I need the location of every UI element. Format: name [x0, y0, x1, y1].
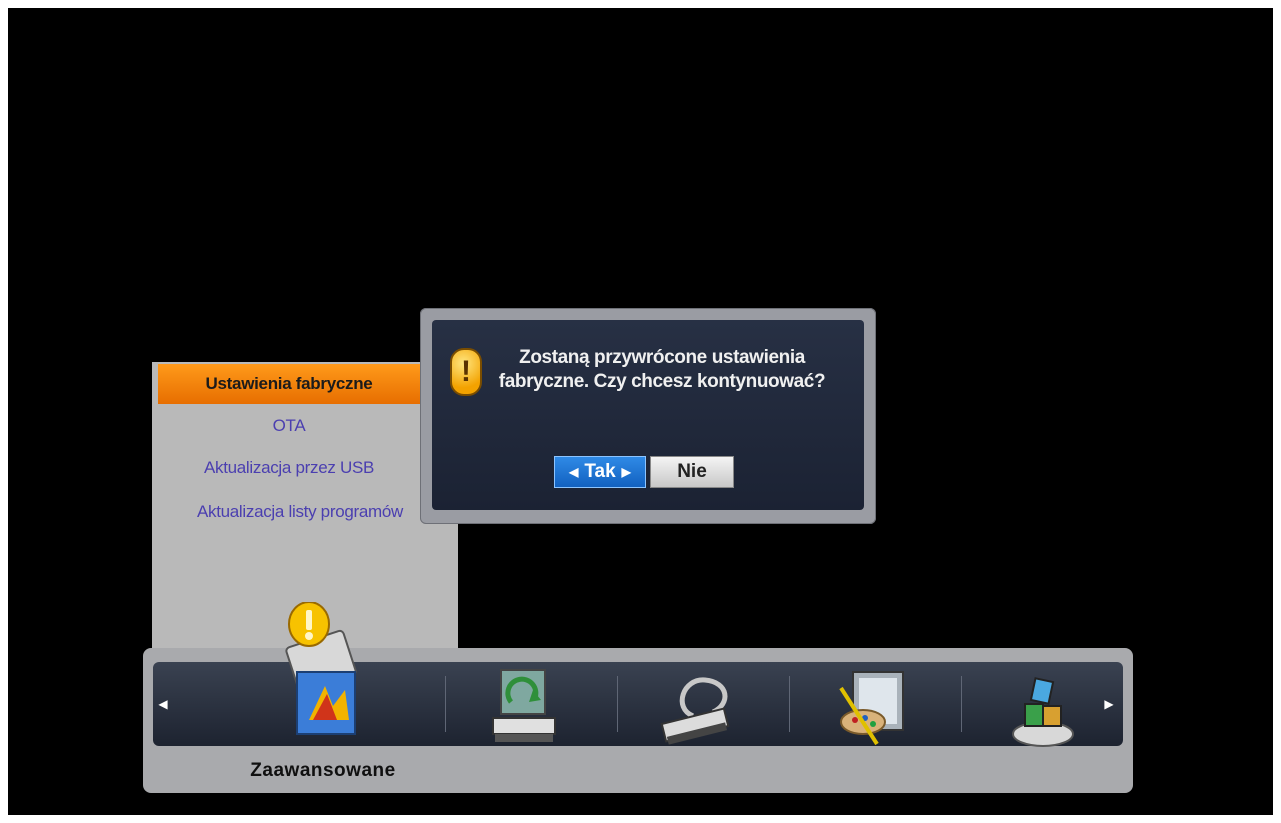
confirm-dialog-body: ! Zostaną przywrócone ustawienia fabrycz… — [432, 320, 864, 510]
bottom-menu-bar: ◀ ▶ Zaawansowane — [143, 601, 1133, 793]
arrow-right-icon: ▶ — [621, 465, 631, 479]
scroll-left-icon[interactable]: ◀ — [157, 696, 169, 712]
games-blocks-icon[interactable] — [1003, 668, 1083, 747]
dialog-message: Zostaną przywrócone ustawienia fabryczne… — [462, 346, 862, 394]
menu-separator — [617, 676, 618, 732]
advanced-settings-icon[interactable] — [253, 601, 373, 742]
submenu-item-usb-update[interactable]: Aktualizacja przez USB — [158, 458, 420, 478]
menu-separator — [445, 676, 446, 732]
dialog-message-line1: Zostaną przywrócone ustawienia — [519, 347, 805, 368]
submenu-item-factory-reset[interactable]: Ustawienia fabryczne — [158, 364, 420, 404]
submenu-item-ota[interactable]: OTA — [158, 416, 420, 436]
confirm-dialog: ! Zostaną przywrócone ustawienia fabrycz… — [420, 308, 876, 524]
yes-button-label: Tak — [584, 461, 616, 483]
receiver-sync-icon[interactable] — [483, 668, 563, 742]
bottom-menu-strip: ◀ ▶ — [153, 601, 1123, 747]
menu-separator — [789, 676, 790, 732]
yes-button[interactable]: ◀ Tak ▶ — [554, 456, 646, 488]
scroll-right-icon[interactable]: ▶ — [1103, 696, 1115, 712]
picture-settings-icon[interactable] — [833, 668, 913, 746]
connection-cable-icon[interactable] — [653, 668, 733, 745]
arrow-left-icon: ◀ — [569, 465, 579, 479]
menu-separator — [961, 676, 962, 732]
no-button[interactable]: Nie — [650, 456, 734, 488]
dialog-message-line2: fabryczne. Czy chcesz kontynuować? — [498, 371, 826, 392]
submenu-item-channel-list-update[interactable]: Aktualizacja listy programów — [150, 502, 450, 522]
current-menu-label: Zaawansowane — [250, 760, 396, 781]
